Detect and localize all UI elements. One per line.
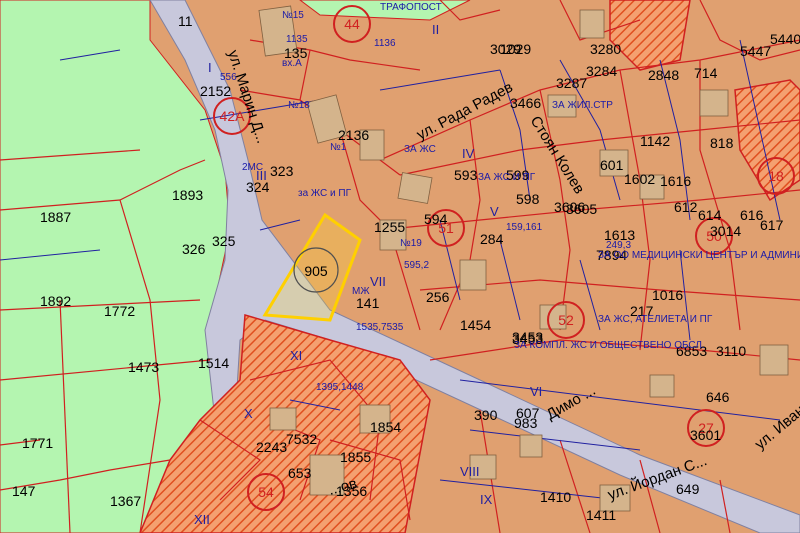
parcel-number: 3606 xyxy=(554,199,585,215)
parcel-number: 3280 xyxy=(590,41,621,57)
parcel-number: 1473 xyxy=(128,359,159,375)
parcel-number: 614 xyxy=(698,207,722,223)
zoning-note: ЗА ОО МЕДИЦИНСКИ ЦЕНТЪР И АДМИНИСТРАЦИЯ xyxy=(598,250,800,261)
block-numeral: VII xyxy=(370,274,386,289)
block-numeral: VI xyxy=(530,384,542,399)
zoning-note: 249,3 xyxy=(606,240,631,251)
parcel-number: 1887 xyxy=(40,209,71,225)
parcel-number: 2152 xyxy=(200,83,231,99)
parcel-number: 3284 xyxy=(586,63,617,79)
zoning-note: №18 xyxy=(288,100,310,111)
cadastral-map[interactable]: 905 44 42A 51 50 18 52 54 27 ул. Марин Д... ул. … xyxy=(0,0,800,533)
parcel-number: 3466 xyxy=(510,95,541,111)
block-badge-label: 18 xyxy=(768,168,784,184)
zoning-note: 159,161 xyxy=(506,222,543,233)
parcel-number: 607 xyxy=(516,405,540,421)
zoning-note: 1395,1448 xyxy=(316,382,364,393)
parcel-number: 3287 xyxy=(556,75,587,91)
parcel-number: 594 xyxy=(424,211,448,227)
zoning-note: №19 xyxy=(400,238,422,249)
zoning-note: за ЖС и ПГ xyxy=(298,188,352,199)
zoning-note: 1535,7535 xyxy=(356,322,404,333)
parcel-number: 1602 xyxy=(624,171,655,187)
parcel-number: 1411 xyxy=(586,507,616,523)
parcel-number: 1855 xyxy=(340,449,371,465)
zoning-note: вх.А xyxy=(282,58,302,69)
parcel-number: 646 xyxy=(706,389,730,405)
parcel-number: 2243 xyxy=(256,439,287,455)
block-numeral: VIII xyxy=(460,464,480,479)
parcel-number: 1454 xyxy=(460,317,491,333)
zoning-note: ЗА КОМПЛ. ЖС И ОБЩЕСТВЕНО ОБСЛ. xyxy=(514,340,705,351)
parcel-number: 5447 xyxy=(740,43,771,59)
parcel-number: 256 xyxy=(426,289,450,305)
zoning-note: №15 xyxy=(282,10,304,21)
parcel-number: 3601 xyxy=(690,427,721,443)
parcel-number: 390 xyxy=(474,407,498,423)
parcel-number: 284 xyxy=(480,231,504,247)
parcel-number: 1356 xyxy=(336,483,367,499)
parcel-number: 593 xyxy=(454,167,478,183)
map-canvas[interactable]: 905 4442A51 5018525427 ул. Марин Д... ул. … xyxy=(0,0,800,533)
block-numeral: I xyxy=(208,60,212,75)
parcel-number: 1892 xyxy=(40,293,71,309)
parcel-number: 1771 xyxy=(22,435,53,451)
block-numeral: XI xyxy=(290,348,302,363)
parcel-number: 11 xyxy=(178,13,193,29)
block-numeral: V xyxy=(490,204,499,219)
block-numeral: II xyxy=(432,22,439,37)
parcel-number: 2136 xyxy=(338,127,369,143)
parcel-number: 714 xyxy=(694,65,718,81)
zoning-note: ЗА ЖС И ПГ xyxy=(478,172,536,183)
parcel-number: 1893 xyxy=(172,187,203,203)
parcel-number: 147 xyxy=(12,483,36,499)
parcel-number: 325 xyxy=(212,233,236,249)
parcel-number: 1016 xyxy=(652,287,683,303)
block-numeral: X xyxy=(244,406,253,421)
zoning-note: 1136 xyxy=(374,38,396,49)
zoning-note: №1 xyxy=(330,142,347,153)
parcel-number: 1142 xyxy=(640,133,670,149)
parcel-number: 141 xyxy=(356,295,380,311)
block-badge-label: 52 xyxy=(558,312,574,328)
zoning-note: 1135 xyxy=(286,34,308,45)
parcel-number: 7532 xyxy=(286,431,317,447)
parcel-number: 653 xyxy=(288,465,312,481)
parcel-number: 1367 xyxy=(110,493,141,509)
zoning-note: ЗА ЖС, АТЕЛИЕТА И ПГ xyxy=(598,314,713,325)
block-numeral: IV xyxy=(462,146,475,161)
parcel-number: 649 xyxy=(676,481,700,497)
block-badge-label: 54 xyxy=(258,484,274,500)
parcel-number: 598 xyxy=(516,191,540,207)
zoning-note: ТРАФОПОСТ xyxy=(380,2,442,13)
parcel-number: 818 xyxy=(710,135,734,151)
block-badge-label: 44 xyxy=(344,16,360,32)
parcel-number: 1772 xyxy=(104,303,135,319)
parcel-number: 601 xyxy=(600,157,624,173)
parcel-number: 612 xyxy=(674,199,698,215)
parcel-number: 3110 xyxy=(716,343,746,359)
block-numeral: III xyxy=(256,168,267,183)
parcel-number: 1616 xyxy=(660,173,691,189)
parcel-number: 1854 xyxy=(370,419,401,435)
zoning-note: ЗА ЖС xyxy=(404,144,436,155)
block-numeral: IX xyxy=(480,492,493,507)
parcel-number: 617 xyxy=(760,217,784,233)
parcel-number: 1255 xyxy=(374,219,405,235)
parcel-number: 326 xyxy=(182,241,206,257)
parcel-number: 2848 xyxy=(648,67,679,83)
parcel-number: 5440 xyxy=(770,31,800,47)
parcel-number: 3014 xyxy=(710,223,741,239)
parcel-number: 323 xyxy=(270,163,294,179)
zoning-note: ЗА ЖИЛ.СТР xyxy=(552,100,613,111)
highlight-label: 905 xyxy=(304,263,328,279)
zoning-note: 595,2 xyxy=(404,260,429,271)
parcel-number: 1514 xyxy=(198,355,229,371)
block-numeral: XII xyxy=(194,512,210,527)
parcel-number: 1410 xyxy=(540,489,571,505)
block-badge-label: 42A xyxy=(220,108,246,124)
zoning-note: МЖ xyxy=(352,286,370,297)
parcel-number: 1029 xyxy=(500,41,531,57)
zoning-note: 556 xyxy=(220,72,237,83)
